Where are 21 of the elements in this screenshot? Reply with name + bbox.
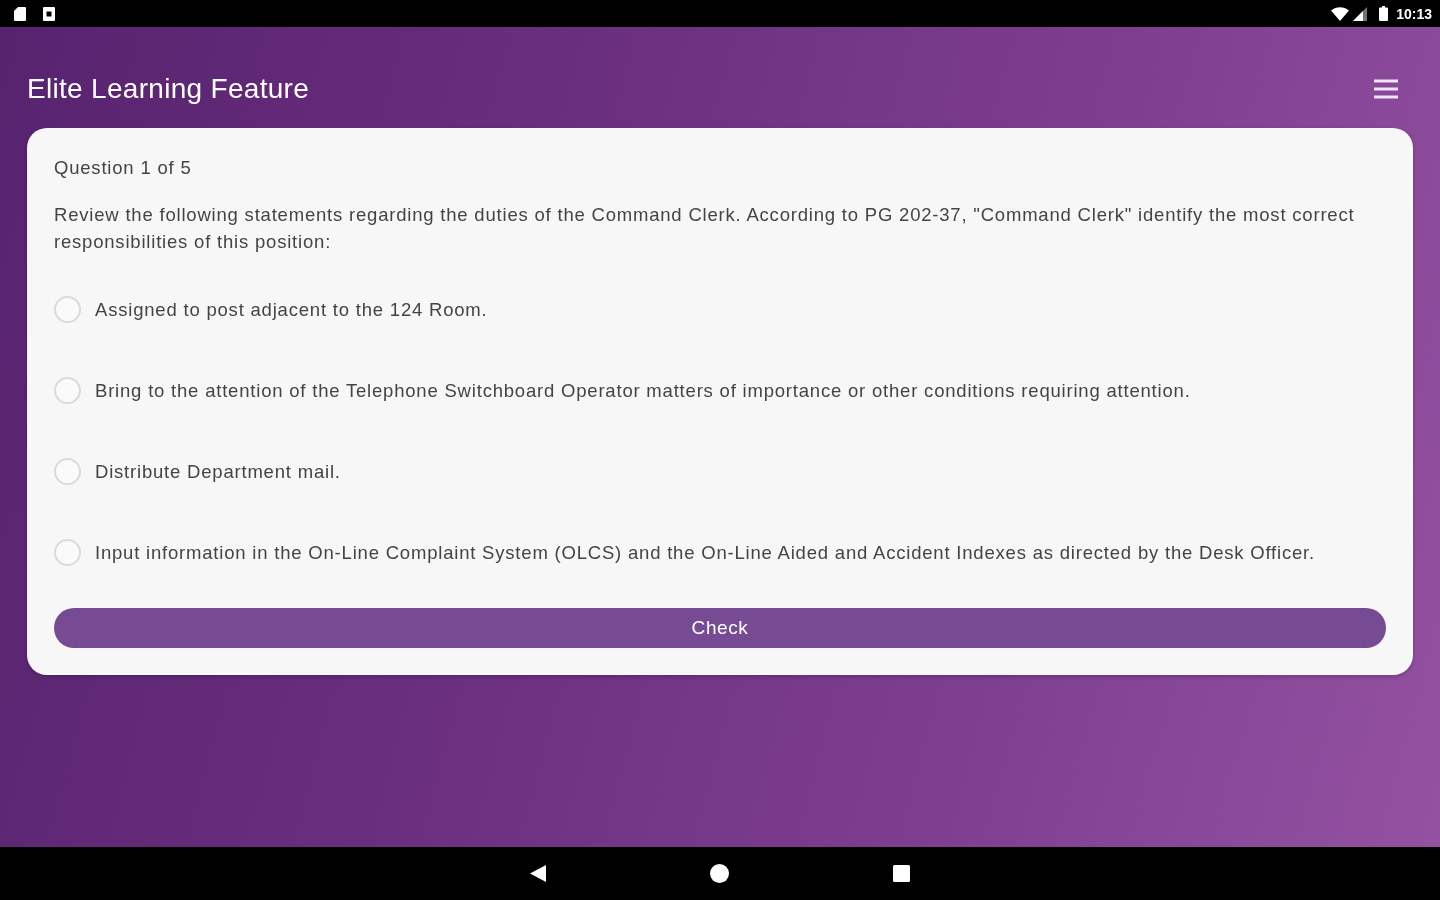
recents-icon[interactable] [893, 865, 910, 882]
option-label[interactable]: Distribute Department mail. [95, 460, 341, 483]
option-label[interactable]: Assigned to post adjacent to the 124 Room. [95, 298, 488, 321]
radio-button[interactable] [54, 458, 81, 485]
option-label[interactable]: Bring to the attention of the Telephone Switchboard Operator matters of importance or other conditions requiring attention. [95, 379, 1191, 402]
home-icon[interactable] [710, 864, 729, 883]
menu-icon[interactable] [1374, 78, 1398, 99]
sd-card-icon [14, 6, 26, 21]
back-icon[interactable] [530, 865, 546, 882]
wifi-icon [1331, 6, 1350, 21]
radio-button[interactable] [54, 539, 81, 566]
question-number: Question 1 of 5 [54, 157, 192, 178]
option-label[interactable]: Input information in the On-Line Complaint System (OLCS) and the On-Line Aided and Accident Indexes as directed by the Desk Officer. [95, 541, 1315, 564]
signal-icon [1353, 6, 1368, 21]
question-text: Review the following statements regarding the duties of the Command Clerk. According to PG 202-37, "Command Clerk" identify the most correct responsibilities of this position: [54, 203, 1356, 254]
app-title: Elite Learning Feature [27, 72, 310, 105]
radio-button[interactable] [54, 377, 81, 404]
radio-button[interactable] [54, 296, 81, 323]
battery-icon [1379, 6, 1389, 21]
status-time: 10:13 [1396, 5, 1432, 22]
check-button[interactable]: Check [54, 608, 1386, 648]
